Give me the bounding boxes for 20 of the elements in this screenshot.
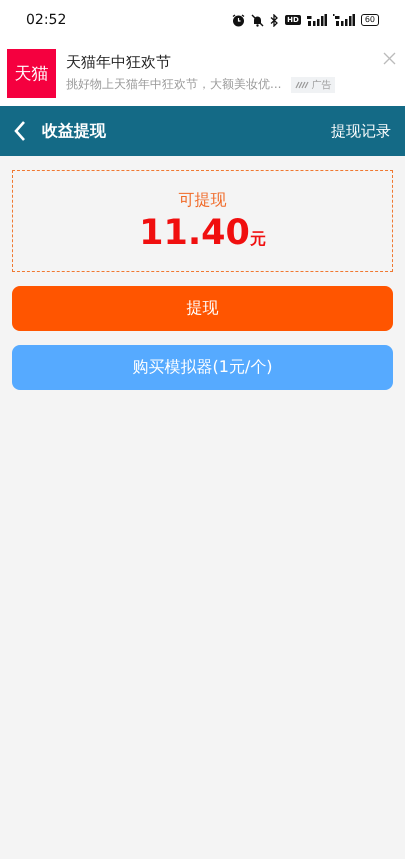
signal-icon bbox=[332, 14, 355, 26]
withdraw-button[interactable]: 提现 bbox=[12, 286, 393, 331]
battery-icon: 60 bbox=[360, 14, 379, 26]
bluetooth-icon bbox=[270, 14, 280, 26]
withdraw-history-link[interactable]: 提现记录 bbox=[331, 122, 391, 140]
status-time: 02:52 bbox=[26, 12, 66, 28]
alarm-icon bbox=[232, 14, 246, 26]
currency-unit: 元 bbox=[250, 228, 266, 250]
back-icon[interactable] bbox=[14, 120, 26, 142]
balance-label: 可提现 bbox=[178, 190, 226, 210]
ad-logo: 天猫 bbox=[7, 48, 56, 98]
ad-mark-icon bbox=[295, 80, 310, 88]
ad-description: 挑好物上天猫年中狂欢节，大额美妆优... bbox=[66, 76, 282, 93]
ad-tag: 广告 bbox=[291, 76, 336, 92]
ad-title: 天猫年中狂欢节 bbox=[66, 53, 172, 72]
ad-banner[interactable]: 天猫 天猫年中狂欢节 挑好物上天猫年中狂欢节，大额美妆优... 广告 bbox=[0, 40, 405, 106]
signal-icon bbox=[306, 14, 327, 26]
bell-muted-icon bbox=[251, 14, 264, 26]
balance-amount: 11.40 bbox=[139, 212, 250, 252]
page-title: 收益提现 bbox=[42, 120, 107, 142]
